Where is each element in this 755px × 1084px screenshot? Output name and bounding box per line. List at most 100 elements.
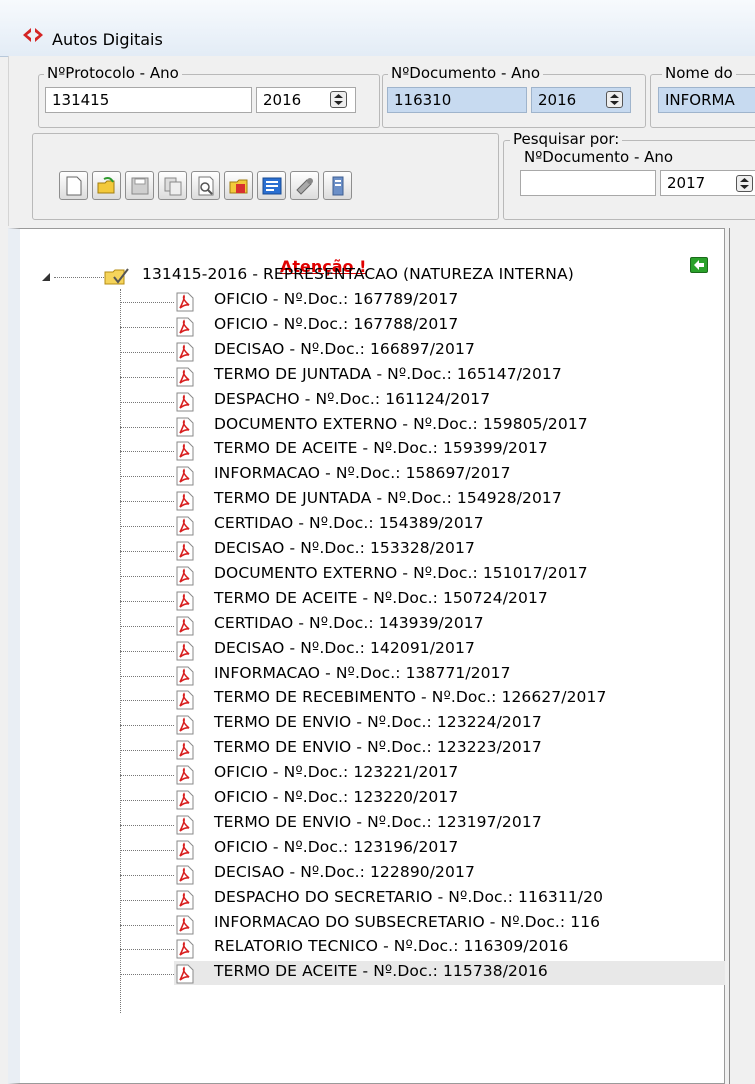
tree-item[interactable]: DOCUMENTO EXTERNO - Nº.Doc.: 151017/2017 xyxy=(120,563,720,587)
save-icon xyxy=(131,177,149,195)
save-button[interactable] xyxy=(125,171,154,200)
document-label: NºDocumento - Ano xyxy=(388,64,544,82)
protocol-number-input[interactable]: 131415 xyxy=(45,87,252,113)
tree-item[interactable]: CERTIDAO - Nº.Doc.: 154389/2017 xyxy=(120,513,720,537)
tree-item[interactable]: OFICIO - Nº.Doc.: 123196/2017 xyxy=(120,837,720,861)
spinner-arrows-icon xyxy=(610,94,619,105)
tree-item-label: OFICIO - Nº.Doc.: 123221/2017 xyxy=(214,763,459,781)
tree-item[interactable]: TERMO DE ACEITE - Nº.Doc.: 159399/2017 xyxy=(120,438,720,462)
search-year-spinner[interactable] xyxy=(736,175,753,192)
spinner-arrows-icon xyxy=(740,178,749,189)
pdf-file-icon xyxy=(176,566,194,586)
window-title: Autos Digitais xyxy=(52,30,163,49)
tree-item[interactable]: DECISAO - Nº.Doc.: 142091/2017 xyxy=(120,638,720,662)
tree-item[interactable]: OFICIO - Nº.Doc.: 123221/2017 xyxy=(120,762,720,786)
tree-item[interactable]: TERMO DE ACEITE - Nº.Doc.: 150724/2017 xyxy=(120,588,720,612)
copy-button[interactable] xyxy=(158,171,187,200)
tree-item-label: TERMO DE ENVIO - Nº.Doc.: 123197/2017 xyxy=(214,813,542,831)
tree-item[interactable]: OFICIO - Nº.Doc.: 167788/2017 xyxy=(120,314,720,338)
new-document-button[interactable] xyxy=(59,171,88,200)
tree-item[interactable]: TERMO DE JUNTADA - Nº.Doc.: 165147/2017 xyxy=(120,364,720,388)
open-folder-button[interactable] xyxy=(92,171,121,200)
protocol-label: NºProtocolo - Ano xyxy=(44,64,182,82)
tree-item-label: RELATORIO TECNICO - Nº.Doc.: 116309/2016 xyxy=(214,937,569,955)
arrow-left-icon xyxy=(694,260,704,270)
tree-item-label: TERMO DE ACEITE - Nº.Doc.: 115738/2016 xyxy=(214,962,548,980)
tree-item[interactable]: INFORMACAO - Nº.Doc.: 158697/2017 xyxy=(120,463,720,487)
title-bar: Autos Digitais xyxy=(0,0,755,57)
tree-item-label: TERMO DE ENVIO - Nº.Doc.: 123223/2017 xyxy=(214,738,542,756)
tree-item-label: INFORMACAO - Nº.Doc.: 158697/2017 xyxy=(214,464,511,482)
folder-report-icon xyxy=(229,179,248,194)
tree-item-label: TERMO DE ACEITE - Nº.Doc.: 150724/2017 xyxy=(214,589,548,607)
tree-item[interactable]: INFORMACAO DO SUBSECRETARIO - Nº.Doc.: 1… xyxy=(120,912,720,936)
app-logo-icon xyxy=(23,28,43,42)
open-folder-icon xyxy=(97,177,115,194)
pdf-file-icon xyxy=(176,441,194,461)
document-number-input[interactable]: 116310 xyxy=(387,87,527,113)
tree-item[interactable]: TERMO DE ENVIO - Nº.Doc.: 123197/2017 xyxy=(120,812,720,836)
tree-item[interactable]: CERTIDAO - Nº.Doc.: 143939/2017 xyxy=(120,613,720,637)
tree-item-label: DECISAO - Nº.Doc.: 153328/2017 xyxy=(214,539,475,557)
pdf-file-icon xyxy=(176,292,194,312)
open-folder-icon xyxy=(104,268,129,285)
tree-item[interactable]: DECISAO - Nº.Doc.: 166897/2017 xyxy=(120,339,720,363)
copy-icon xyxy=(164,177,182,196)
tree-item[interactable]: TERMO DE RECEBIMENTO - Nº.Doc.: 126627/2… xyxy=(120,687,720,711)
tree-item-label: DOCUMENTO EXTERNO - Nº.Doc.: 151017/2017 xyxy=(214,564,588,582)
tree-item-label: DECISAO - Nº.Doc.: 166897/2017 xyxy=(214,340,475,358)
tree-item[interactable]: RELATORIO TECNICO - Nº.Doc.: 116309/2016 xyxy=(120,936,720,960)
pdf-file-icon xyxy=(176,616,194,636)
doc-name-input[interactable]: INFORMA xyxy=(658,87,755,113)
pdf-file-icon xyxy=(176,765,194,785)
search-number-input[interactable] xyxy=(520,170,656,196)
preview-button[interactable] xyxy=(191,171,220,200)
tools-button[interactable] xyxy=(290,171,319,200)
tree-item-label: CERTIDAO - Nº.Doc.: 143939/2017 xyxy=(214,614,484,632)
document-viewer-panel[interactable] xyxy=(729,228,755,1084)
collapse-panel-button[interactable] xyxy=(690,257,708,273)
tree-item[interactable]: DECISAO - Nº.Doc.: 153328/2017 xyxy=(120,538,720,562)
form-button[interactable] xyxy=(257,171,286,200)
pdf-file-icon xyxy=(176,367,194,387)
tree-item[interactable]: DESPACHO DO SECRETARIO - Nº.Doc.: 116311… xyxy=(120,887,720,911)
tree-item-label: OFICIO - Nº.Doc.: 167788/2017 xyxy=(214,315,459,333)
pdf-file-icon xyxy=(176,740,194,760)
new-document-icon xyxy=(66,176,82,196)
tree-item[interactable]: OFICIO - Nº.Doc.: 123220/2017 xyxy=(120,787,720,811)
doc-name-label: Nome do xyxy=(662,64,736,82)
tree-item-label: TERMO DE ENVIO - Nº.Doc.: 123224/2017 xyxy=(214,713,542,731)
pdf-file-icon xyxy=(176,964,194,984)
protocol-year-spinner[interactable] xyxy=(330,91,347,108)
tree-item[interactable]: INFORMACAO - Nº.Doc.: 138771/2017 xyxy=(120,663,720,687)
tree-item-label: OFICIO - Nº.Doc.: 167789/2017 xyxy=(214,290,459,308)
pdf-file-icon xyxy=(176,666,194,686)
pdf-file-icon xyxy=(176,840,194,860)
tree-item-label: OFICIO - Nº.Doc.: 123220/2017 xyxy=(214,788,459,806)
notes-button[interactable] xyxy=(323,171,352,200)
pdf-file-icon xyxy=(176,715,194,735)
pdf-file-icon xyxy=(176,939,194,959)
tools-icon xyxy=(296,178,313,195)
pdf-file-icon xyxy=(176,317,194,337)
tree-item[interactable]: TERMO DE ENVIO - Nº.Doc.: 123223/2017 xyxy=(120,737,720,761)
tree-item[interactable]: TERMO DE ACEITE - Nº.Doc.: 115738/2016 xyxy=(120,961,720,985)
tree-item[interactable]: DOCUMENTO EXTERNO - Nº.Doc.: 159805/2017 xyxy=(120,414,720,438)
pdf-file-icon xyxy=(176,342,194,362)
tree-item[interactable]: OFICIO - Nº.Doc.: 167789/2017 xyxy=(120,289,720,313)
folder-report-button[interactable] xyxy=(224,171,253,200)
document-year-spinner[interactable] xyxy=(606,91,623,108)
tree-item-label: OFICIO - Nº.Doc.: 123196/2017 xyxy=(214,838,459,856)
tree-item-label: TERMO DE JUNTADA - Nº.Doc.: 154928/2017 xyxy=(214,489,562,507)
expand-triangle-icon[interactable] xyxy=(40,271,52,283)
tree-item[interactable]: TERMO DE JUNTADA - Nº.Doc.: 154928/2017 xyxy=(120,488,720,512)
spinner-arrows-icon xyxy=(334,94,343,105)
tree-root-label: 131415-2016 - REPRESENTACAO (NATUREZA IN… xyxy=(142,265,574,283)
tree-item[interactable]: TERMO DE ENVIO - Nº.Doc.: 123224/2017 xyxy=(120,712,720,736)
tree-item[interactable]: DECISAO - Nº.Doc.: 122890/2017 xyxy=(120,862,720,886)
tree-item-label: INFORMACAO DO SUBSECRETARIO - Nº.Doc.: 1… xyxy=(214,913,601,931)
tree-item-label: DECISAO - Nº.Doc.: 142091/2017 xyxy=(214,639,475,657)
pdf-file-icon xyxy=(176,392,194,412)
tree-item[interactable]: DESPACHO - Nº.Doc.: 161124/2017 xyxy=(120,389,720,413)
pdf-file-icon xyxy=(176,690,194,710)
